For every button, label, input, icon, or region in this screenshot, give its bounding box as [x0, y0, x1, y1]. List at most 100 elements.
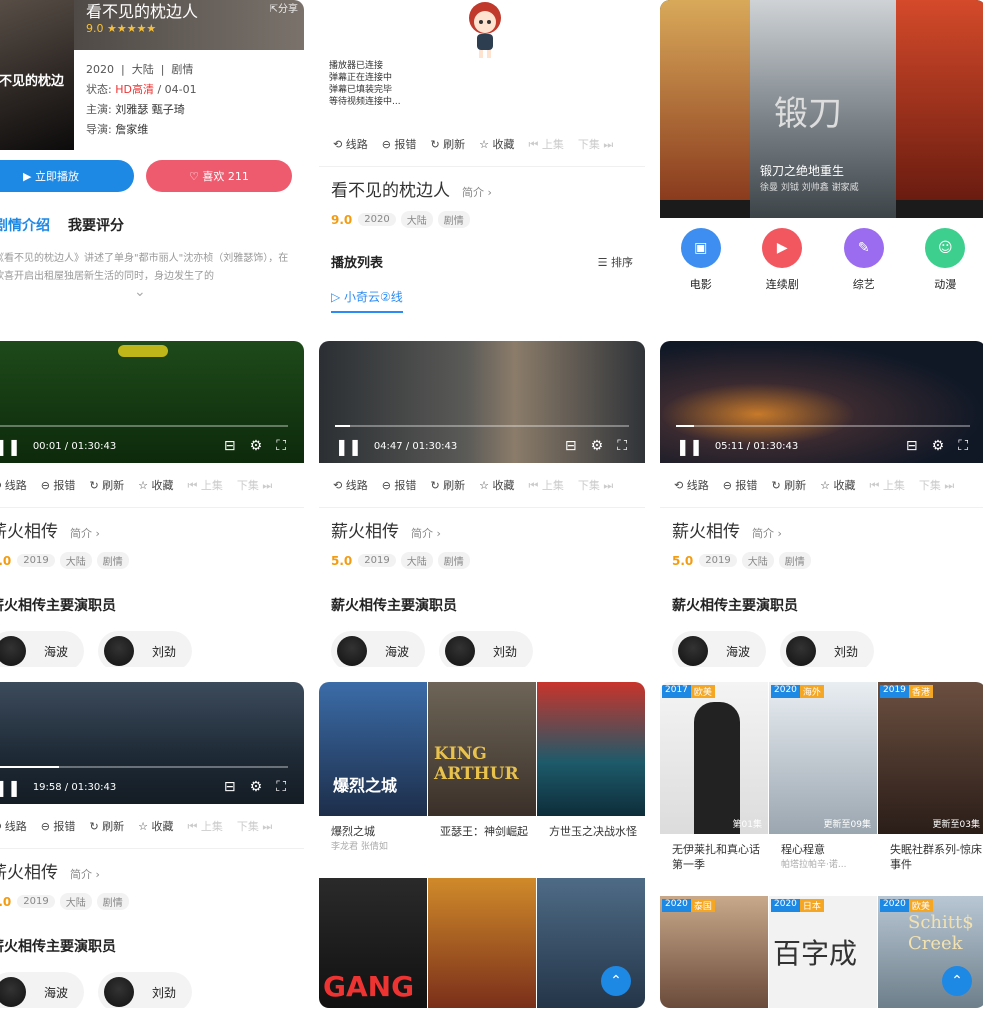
prev-episode-button[interactable]: ⏮ 上集: [188, 477, 223, 493]
tab-review[interactable]: 我要评分: [68, 215, 124, 235]
refresh-button[interactable]: ↻ 刷新: [89, 477, 124, 493]
next-episode-button[interactable]: 下集 ⏭: [237, 477, 272, 493]
intro-link[interactable]: 简介 ›: [70, 525, 100, 541]
scroll-top-button[interactable]: ⌃: [601, 966, 631, 996]
progress-bar[interactable]: [676, 425, 970, 427]
pause-icon[interactable]: ❚❚: [0, 778, 21, 797]
fullscreen-icon[interactable]: ⛶: [617, 438, 627, 454]
refresh-button[interactable]: ↻ 刷新: [89, 818, 124, 834]
log-line: 弹幕已填装完毕: [329, 85, 393, 95]
actor-chip[interactable]: 刘劲: [780, 631, 874, 667]
pause-icon[interactable]: ❚❚: [0, 437, 21, 456]
category-anime[interactable]: ☺ 动漫: [925, 228, 966, 292]
genre: 剧情: [171, 63, 194, 76]
category-movie[interactable]: ▣ 电影: [680, 228, 721, 292]
series-item[interactable]: 2019 香港 更新至03集 失眠社群系列-惊床事件: [878, 682, 983, 872]
report-button[interactable]: ⊖ 报错: [382, 477, 417, 493]
episode-label: 第01集: [732, 820, 762, 830]
actor-chip[interactable]: 刘劲: [439, 631, 533, 667]
prev-episode-button[interactable]: ⏮ 上集: [529, 477, 564, 493]
favorite-button[interactable]: ☆ 收藏: [479, 477, 514, 493]
region-badge: 香港: [908, 685, 933, 698]
series-item[interactable]: 2020 日本 百字成: [769, 896, 877, 1008]
report-button[interactable]: ⊖ 报错: [41, 477, 76, 493]
play-now-button[interactable]: ▶ 立即播放: [0, 160, 134, 192]
report-button[interactable]: ⊖ 报错: [41, 818, 76, 834]
report-button[interactable]: ⊖ 报错: [382, 136, 417, 152]
settings-icon[interactable]: ⚙: [591, 438, 604, 454]
danmaku-icon[interactable]: ⊟: [224, 779, 236, 795]
like-button[interactable]: ♡ 喜欢 211: [146, 160, 292, 192]
favorite-button[interactable]: ☆ 收藏: [138, 818, 173, 834]
movie-item[interactable]: KING ARTHUR 亚瑟王：神剑崛起: [428, 682, 536, 839]
favorite-button[interactable]: ☆ 收藏: [138, 477, 173, 493]
favorite-button[interactable]: ☆ 收藏: [820, 477, 855, 493]
next-episode-button[interactable]: 下集 ⏭: [578, 136, 613, 152]
actor-chip[interactable]: 海波: [672, 631, 766, 667]
log-line: 等待视频连接中...: [329, 97, 401, 107]
actor-chip[interactable]: 刘劲: [98, 631, 192, 667]
actor-chip[interactable]: 海波: [0, 972, 84, 1008]
route-button[interactable]: ⟲ 线路: [333, 477, 368, 493]
pause-icon[interactable]: ❚❚: [676, 437, 703, 456]
scroll-top-button[interactable]: ⌃: [942, 966, 972, 996]
progress-bar[interactable]: [0, 766, 288, 768]
fullscreen-icon[interactable]: ⛶: [276, 438, 286, 454]
danmaku-icon[interactable]: ⊟: [224, 438, 236, 454]
series-item[interactable]: 2017 欧美 第01集 无伊莱扎和真心话第一季: [660, 682, 768, 872]
report-button[interactable]: ⊖ 报错: [723, 477, 758, 493]
source-line-tab[interactable]: ▷ 小奇云②线: [331, 288, 403, 313]
actor-chip[interactable]: 刘劲: [98, 972, 192, 1008]
hero-banner[interactable]: 锻刀 锻刀之绝地重生 徐曼 刘钺 刘帅鑫 谢家威: [660, 0, 983, 218]
category-variety[interactable]: ✎ 综艺: [843, 228, 884, 292]
prev-episode-button[interactable]: ⏮ 上集: [870, 477, 905, 493]
danmaku-icon[interactable]: ⊟: [906, 438, 918, 454]
route-button[interactable]: ⟲ 线路: [0, 477, 27, 493]
pause-icon[interactable]: ❚❚: [335, 437, 362, 456]
settings-icon[interactable]: ⚙: [932, 438, 945, 454]
movie-item[interactable]: GANG: [319, 878, 427, 1008]
series-item[interactable]: 2020 海外 更新至09集 程心程意 帕塔拉帕辛·诺...: [769, 682, 877, 870]
actor-chip[interactable]: 海波: [0, 631, 84, 667]
refresh-button[interactable]: ↻ 刷新: [430, 136, 465, 152]
favorite-button[interactable]: ☆ 收藏: [479, 136, 514, 152]
expand-chevron-icon[interactable]: ⌄: [134, 284, 146, 300]
refresh-button[interactable]: ↻ 刷新: [430, 477, 465, 493]
mascot-image: [457, 0, 513, 60]
route-button[interactable]: ⟲ 线路: [333, 136, 368, 152]
prev-episode-button[interactable]: ⏮ 上集: [529, 136, 564, 152]
intro-link[interactable]: 简介 ›: [752, 525, 782, 541]
tab-plot[interactable]: 剧情介绍: [0, 215, 50, 235]
actor-chip[interactable]: 海波: [331, 631, 425, 667]
prev-episode-button[interactable]: ⏮ 上集: [188, 818, 223, 834]
share-button[interactable]: ⇱分享: [270, 0, 298, 15]
sort-button[interactable]: ☰ 排序: [598, 254, 633, 270]
movie-item[interactable]: 方世玉之决战水怪: [537, 682, 645, 839]
refresh-button[interactable]: ↻ 刷新: [771, 477, 806, 493]
series-item[interactable]: 2020 泰国: [660, 896, 768, 1008]
movie-poster[interactable]: 看不见的枕边人: [0, 0, 74, 150]
category-series[interactable]: ▶ 连续剧: [762, 228, 803, 292]
fullscreen-icon[interactable]: ⛶: [958, 438, 968, 454]
progress-bar[interactable]: [0, 425, 288, 427]
video-player[interactable]: ❚❚ 00:01 / 01:30:43 ⊟ ⚙ ⛶: [0, 341, 304, 463]
route-button[interactable]: ⟲ 线路: [0, 818, 27, 834]
intro-link[interactable]: 简介 ›: [462, 184, 492, 200]
movie-item[interactable]: [428, 878, 536, 1008]
settings-icon[interactable]: ⚙: [250, 438, 263, 454]
fullscreen-icon[interactable]: ⛶: [276, 779, 286, 795]
progress-bar[interactable]: [335, 425, 629, 427]
route-button[interactable]: ⟲ 线路: [674, 477, 709, 493]
video-player[interactable]: ❚❚ 05:11 / 01:30:43 ⊟ ⚙ ⛶: [660, 341, 983, 463]
movie-item[interactable]: 爆烈之城 爆烈之城 李龙君 张倩如: [319, 682, 427, 852]
danmaku-icon[interactable]: ⊟: [565, 438, 577, 454]
next-episode-button[interactable]: 下集 ⏭: [578, 477, 613, 493]
next-episode-button[interactable]: 下集 ⏭: [237, 818, 272, 834]
intro-link[interactable]: 简介 ›: [70, 866, 100, 882]
intro-link[interactable]: 简介 ›: [411, 525, 441, 541]
video-player[interactable]: ❚❚ 04:47 / 01:30:43 ⊟ ⚙ ⛶: [319, 341, 645, 463]
video-player[interactable]: ❚❚ 19:58 / 01:30:43 ⊟ ⚙ ⛶: [0, 682, 304, 804]
settings-icon[interactable]: ⚙: [250, 779, 263, 795]
next-episode-button[interactable]: 下集 ⏭: [919, 477, 954, 493]
series-name: 无伊莱扎和真心话第一季: [672, 843, 760, 871]
